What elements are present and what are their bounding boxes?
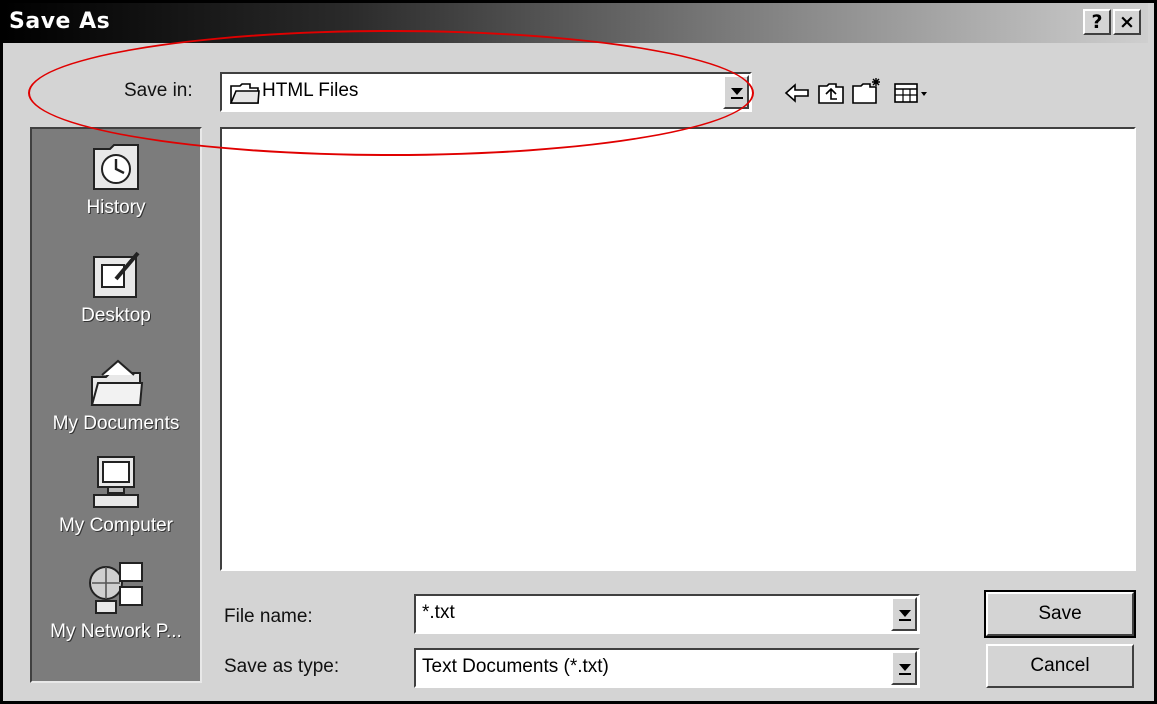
place-my-computer[interactable]: My Computer bbox=[32, 455, 200, 537]
file-name-input[interactable]: *.txt bbox=[414, 594, 920, 634]
place-label: My Network P... bbox=[50, 621, 182, 642]
back-icon[interactable] bbox=[784, 82, 810, 104]
history-icon bbox=[93, 144, 139, 190]
desktop-icon bbox=[93, 251, 140, 298]
save-as-type-dropdown-arrow[interactable] bbox=[891, 651, 917, 685]
place-desktop[interactable]: Desktop bbox=[32, 249, 200, 327]
place-label: My Documents bbox=[52, 413, 180, 434]
place-label: My Computer bbox=[58, 515, 174, 536]
file-name-dropdown-arrow[interactable] bbox=[891, 597, 917, 631]
file-name-value: *.txt bbox=[422, 602, 455, 623]
new-folder-icon[interactable] bbox=[852, 76, 884, 104]
place-label: Desktop bbox=[81, 305, 151, 326]
place-history[interactable]: History bbox=[32, 141, 200, 219]
save-button[interactable]: Save bbox=[984, 590, 1136, 638]
save-in-value: HTML Files bbox=[262, 80, 359, 101]
my-documents-icon bbox=[90, 359, 144, 406]
file-list[interactable] bbox=[220, 127, 1136, 571]
place-my-documents[interactable]: My Documents bbox=[32, 357, 200, 435]
save-in-dropdown[interactable]: HTML Files bbox=[220, 72, 752, 112]
place-network[interactable]: My Network P... bbox=[32, 561, 200, 643]
help-button[interactable]: ? bbox=[1083, 9, 1111, 35]
close-button[interactable]: × bbox=[1113, 9, 1141, 35]
folder-icon bbox=[230, 83, 260, 104]
file-name-label: File name: bbox=[224, 606, 313, 627]
save-as-type-label: Save as type: bbox=[224, 656, 340, 677]
dialog-title: Save As bbox=[9, 9, 111, 34]
title-bar[interactable]: Save As ? × bbox=[3, 3, 1148, 43]
place-label: History bbox=[86, 197, 146, 218]
up-folder-icon[interactable] bbox=[818, 82, 844, 104]
save-in-dropdown-arrow[interactable] bbox=[723, 75, 749, 109]
places-bar: History Desktop My Documents My Computer bbox=[30, 127, 202, 683]
my-computer-icon bbox=[93, 456, 139, 508]
save-as-type-dropdown[interactable]: Text Documents (*.txt) bbox=[414, 648, 920, 688]
save-in-label: Save in: bbox=[124, 80, 193, 101]
view-menu-icon[interactable] bbox=[894, 82, 934, 104]
cancel-button[interactable]: Cancel bbox=[986, 644, 1134, 688]
network-places-icon bbox=[89, 562, 143, 614]
save-as-type-value: Text Documents (*.txt) bbox=[422, 656, 609, 677]
